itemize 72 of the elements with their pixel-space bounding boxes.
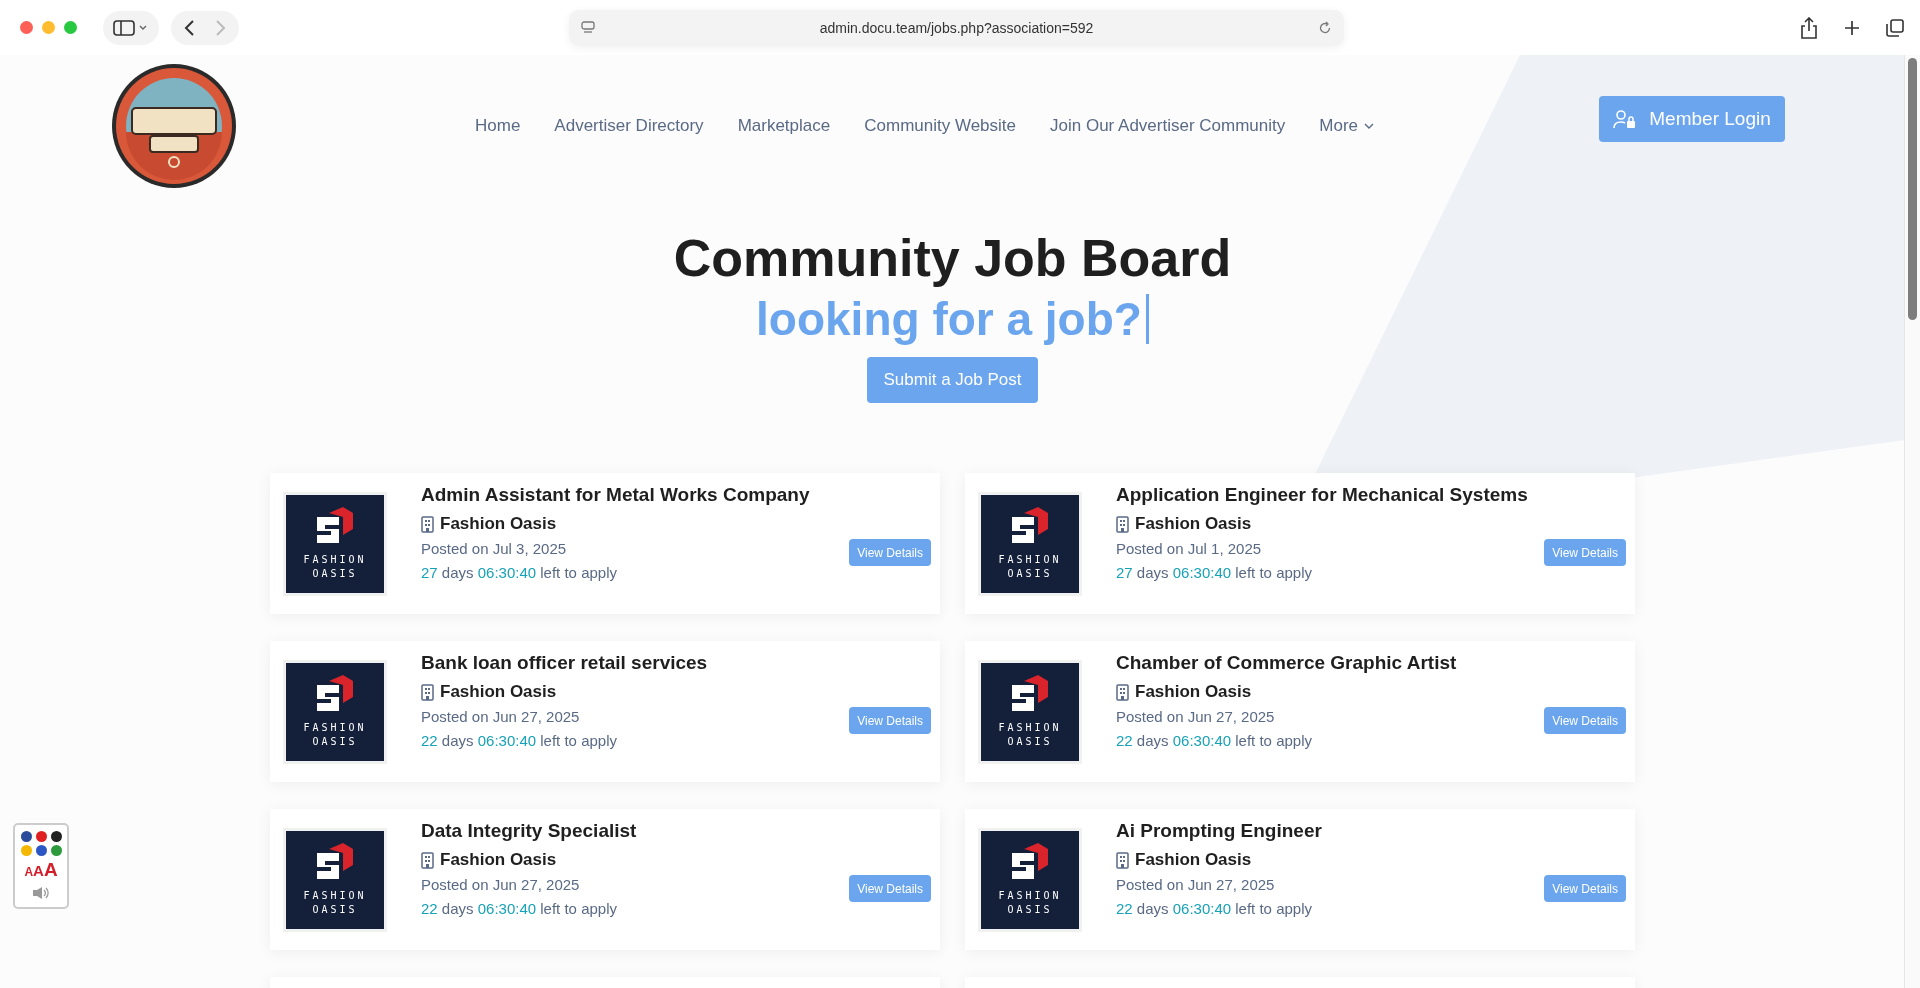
company-name: Fashion Oasis xyxy=(440,514,557,534)
logo-text: FASHION xyxy=(998,888,1062,903)
posted-date: Posted on Jun 27, 2025 xyxy=(421,876,581,893)
logo-text: OASIS xyxy=(312,902,358,917)
text-cursor xyxy=(1145,294,1149,344)
url-text: admin.docu.team/jobs.php?association=592 xyxy=(818,19,1095,36)
sidebar-toggle-button[interactable] xyxy=(103,10,159,45)
job-title[interactable]: Application Engineer for Mechanical Systems xyxy=(1116,482,1528,508)
language-flag[interactable] xyxy=(50,831,62,842)
sidebar-icon xyxy=(113,18,149,37)
language-flag[interactable] xyxy=(35,845,47,856)
deadline-countdown: 22 days 06:30:40 left to apply xyxy=(421,732,618,749)
nav-link[interactable]: Advertiser Directory xyxy=(554,116,704,136)
typed-subtitle: looking for a job? xyxy=(756,292,1142,346)
text-size-option[interactable]: A xyxy=(33,861,44,881)
speaker-icon[interactable] xyxy=(32,886,50,900)
company-name: Fashion Oasis xyxy=(440,850,557,870)
close-icon[interactable] xyxy=(20,21,33,34)
building-icon xyxy=(1116,851,1129,869)
logo-text: OASIS xyxy=(1007,566,1053,581)
logo-text: OASIS xyxy=(312,734,358,749)
building-icon xyxy=(421,515,434,533)
nav-link[interactable]: More xyxy=(1319,116,1374,136)
back-icon[interactable] xyxy=(183,18,197,37)
nav-link[interactable]: Marketplace xyxy=(737,116,831,136)
job-title[interactable]: Admin Assistant for Metal Works Company xyxy=(421,482,810,508)
nav-link[interactable]: Community Website xyxy=(864,116,1017,136)
posted-date: Posted on Jun 27, 2025 xyxy=(1116,708,1276,725)
building-icon xyxy=(421,683,434,701)
user-lock-icon xyxy=(1613,109,1638,129)
company-name: Fashion Oasis xyxy=(1135,850,1252,870)
page-title: Community Job Board xyxy=(673,228,1232,289)
deadline-countdown: 27 days 06:30:40 left to apply xyxy=(421,564,618,581)
company-name: Fashion Oasis xyxy=(1135,682,1252,702)
posted-date: Posted on Jul 1, 2025 xyxy=(1116,540,1263,557)
posted-date: Posted on Jul 3, 2025 xyxy=(421,540,568,557)
text-size-option[interactable]: A xyxy=(43,860,58,880)
job-title[interactable]: Ai Prompting Engineer xyxy=(1116,818,1322,844)
company-name: Fashion Oasis xyxy=(1135,514,1252,534)
reload-icon[interactable] xyxy=(1318,20,1332,35)
chevron-down-icon xyxy=(1364,123,1374,129)
building-icon xyxy=(421,851,434,869)
address-bar[interactable]: admin.docu.team/jobs.php?association=592 xyxy=(569,9,1344,46)
text-size-option[interactable]: A xyxy=(24,862,34,882)
deadline-countdown: 22 days 06:30:40 left to apply xyxy=(1116,732,1313,749)
tabs-overview-icon[interactable] xyxy=(1886,18,1904,37)
logo-text: FASHION xyxy=(303,552,367,567)
posted-date: Posted on Jun 27, 2025 xyxy=(1116,876,1276,893)
logo-text: OASIS xyxy=(1007,734,1053,749)
company-name: Fashion Oasis xyxy=(440,682,557,702)
deadline-countdown: 22 days 06:30:40 left to apply xyxy=(1116,900,1313,917)
deadline-countdown: 27 days 06:30:40 left to apply xyxy=(1116,564,1313,581)
logo-text: FASHION xyxy=(303,888,367,903)
deadline-countdown: 22 days 06:30:40 left to apply xyxy=(421,900,618,917)
new-tab-icon[interactable] xyxy=(1844,19,1860,36)
posted-date: Posted on Jun 27, 2025 xyxy=(421,708,581,725)
accessibility-widget[interactable]: AAA xyxy=(13,823,69,909)
logo-text: FASHION xyxy=(998,552,1062,567)
building-icon xyxy=(1116,683,1129,701)
logo-text: FASHION xyxy=(998,720,1062,735)
job-title[interactable]: Bank loan officer retail services xyxy=(421,650,708,676)
page-icon xyxy=(581,20,595,35)
nav-link[interactable]: Home xyxy=(475,116,521,136)
job-title[interactable]: Data Integrity Specialist xyxy=(421,818,637,844)
job-title[interactable]: Chamber of Commerce Graphic Artist xyxy=(1116,650,1457,676)
logo-text: OASIS xyxy=(312,566,358,581)
logo-text: FASHION xyxy=(303,720,367,735)
language-flag[interactable] xyxy=(20,831,32,842)
logo-text: OASIS xyxy=(1007,902,1053,917)
share-icon[interactable] xyxy=(1800,16,1818,39)
building-icon xyxy=(1116,515,1129,533)
nav-link[interactable]: Join Our Advertiser Community xyxy=(1050,116,1286,136)
